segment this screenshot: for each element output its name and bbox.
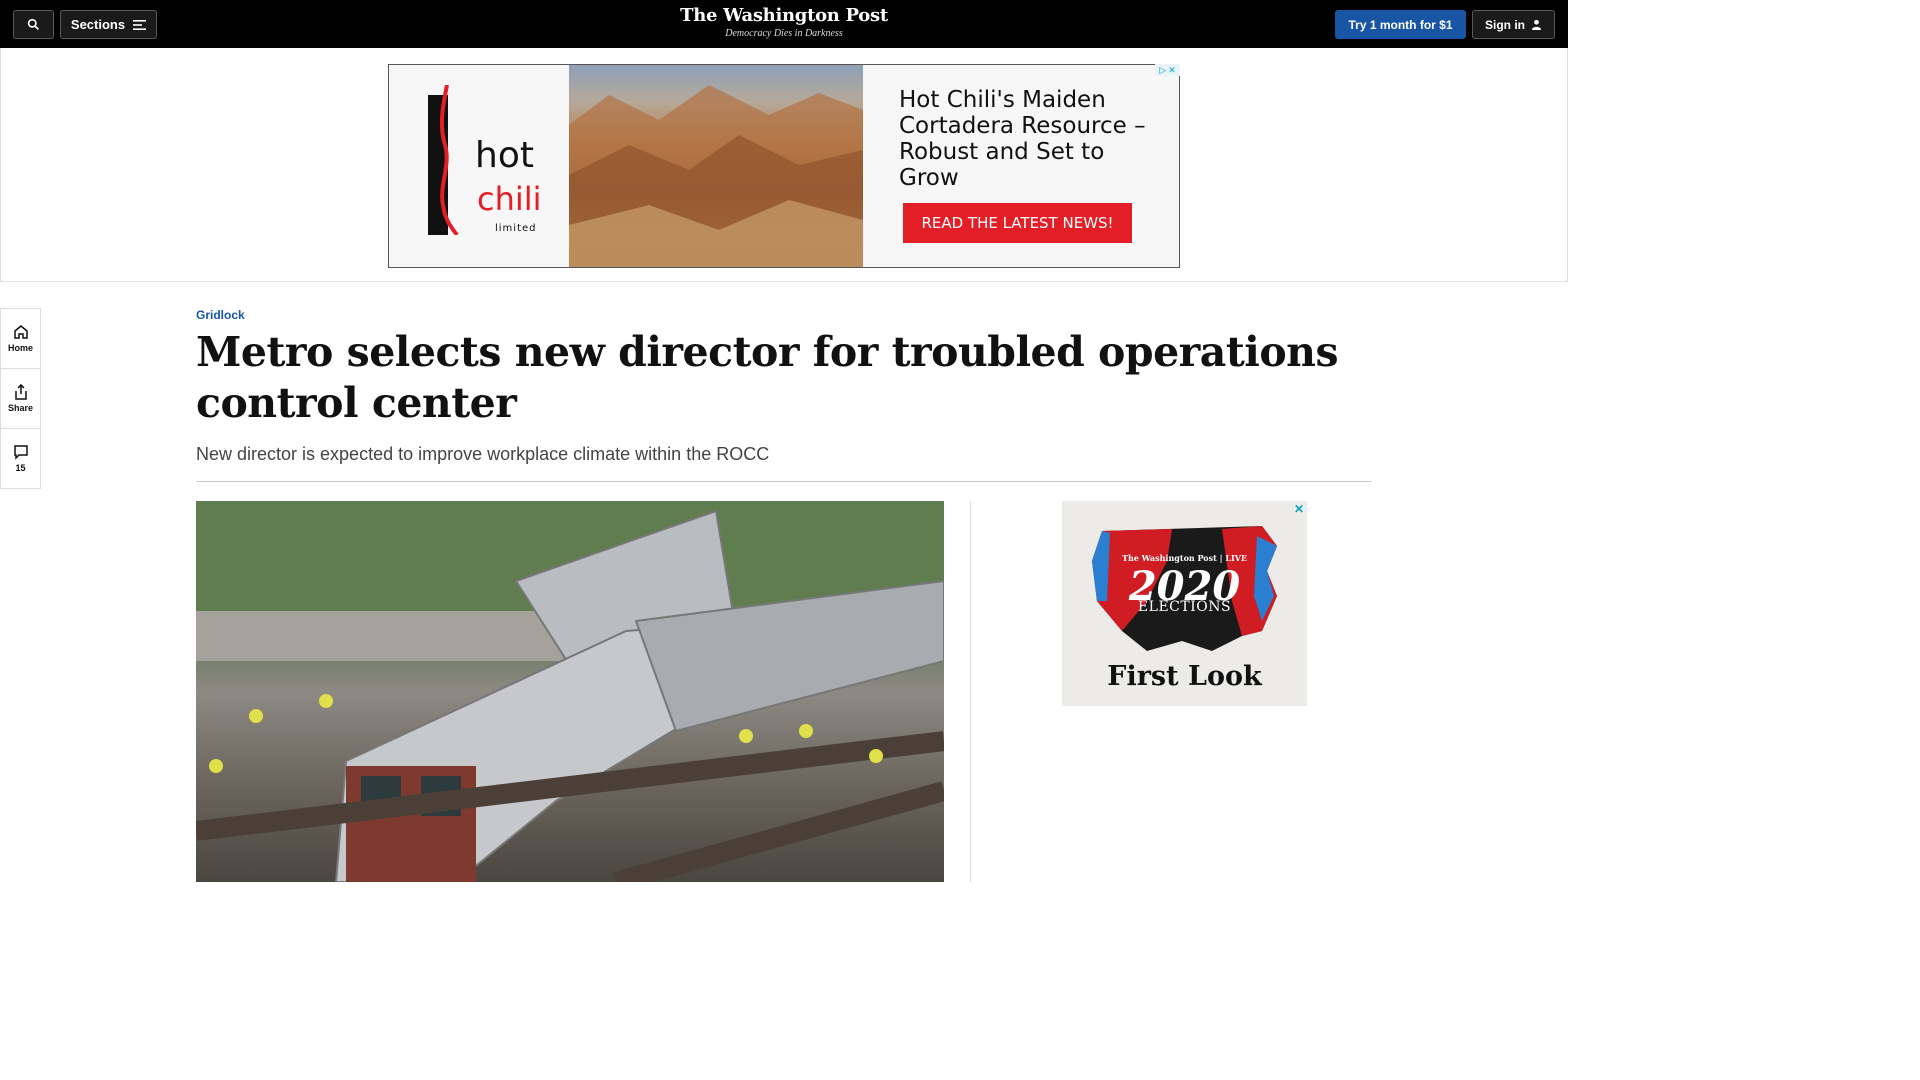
search-icon: [27, 18, 39, 30]
hot-chili-logo: hot chili limited: [389, 65, 569, 267]
ad-tagline: First Look: [1107, 661, 1262, 692]
derailed-train-photo: [196, 501, 944, 882]
home-icon: [13, 325, 28, 339]
sections-button[interactable]: Sections: [60, 10, 157, 39]
adchoices-icon: ▷: [1159, 64, 1167, 75]
site-logo[interactable]: The Washington Post Democracy Dies in Da…: [634, 5, 934, 39]
search-button[interactable]: [13, 10, 54, 39]
home-label: Home: [7, 343, 33, 353]
logo-word-hot: hot: [475, 135, 534, 176]
user-icon: [1531, 19, 1542, 30]
sign-in-label: Sign in: [1485, 17, 1525, 32]
logo-word-chili: chili: [477, 180, 542, 218]
comment-icon: [13, 445, 28, 460]
ad-headline: Hot Chili's Maiden Cortadera Resource – …: [899, 87, 1146, 191]
adchoices-badge[interactable]: ▷ ✕: [1155, 64, 1180, 76]
mountain-illustration: [569, 85, 863, 267]
share-label: Share: [7, 403, 33, 413]
hamburger-menu-icon: [133, 19, 147, 30]
ad-event: ELECTIONS: [1137, 599, 1232, 615]
comments-button[interactable]: 15: [1, 429, 40, 488]
chili-pepper-icon: [439, 85, 459, 235]
section-kicker[interactable]: Gridlock: [196, 308, 245, 322]
subscribe-button[interactable]: Try 1 month for $1: [1335, 10, 1466, 39]
article-headline: Metro selects new director for troubled …: [196, 328, 1339, 427]
side-rail: Home Share 15: [0, 308, 41, 489]
sections-label: Sections: [70, 17, 126, 32]
close-ad-icon[interactable]: ✕: [1168, 65, 1176, 76]
share-icon: [14, 384, 27, 400]
comments-count: 15: [15, 463, 26, 473]
logo-tagline: Democracy Dies in Darkness: [725, 28, 843, 39]
top-nav-bar: Sections The Washington Post Democracy D…: [0, 0, 1568, 48]
column-divider: [970, 501, 971, 882]
ad-brand: The Washington Post | LIVE: [1121, 553, 1247, 563]
home-button[interactable]: Home: [1, 309, 40, 369]
sign-in-button[interactable]: Sign in: [1472, 10, 1555, 39]
logo-name: The Washington Post: [680, 5, 888, 26]
share-button[interactable]: Share: [1, 369, 40, 429]
election-ad[interactable]: The Washington Post | LIVE 2020 ELECTION…: [1062, 501, 1307, 706]
lead-photo[interactable]: [196, 501, 944, 882]
article-subheadline: New director is expected to improve work…: [196, 444, 770, 464]
header-divider: [196, 481, 1372, 482]
logo-word-limited: limited: [495, 223, 537, 234]
close-ad-icon[interactable]: ✕: [1294, 502, 1304, 516]
read-news-button[interactable]: READ THE LATEST NEWS!: [903, 203, 1132, 243]
mountain-photo: [569, 65, 863, 267]
hot-chili-ad[interactable]: hot chili limited Hot Chili's Maiden Cor…: [388, 64, 1180, 268]
